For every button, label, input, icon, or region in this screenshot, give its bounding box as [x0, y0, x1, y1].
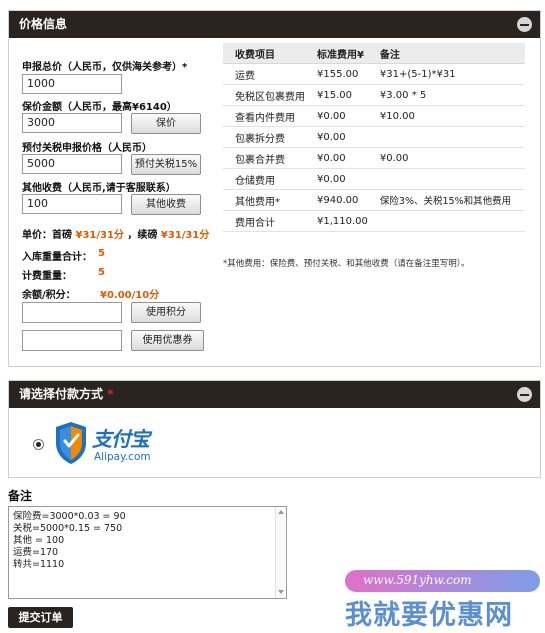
- insured-amount-input[interactable]: 3000: [22, 113, 122, 133]
- table-row: 免税区包裹费用 ¥15.00 ¥3.00 * 5: [223, 84, 525, 106]
- price-info-title: 价格信息: [19, 17, 68, 31]
- prepay-duty-label: 预付关税申报价格（人民币）: [22, 143, 152, 154]
- billing-weight-label: 计费重量：: [22, 271, 72, 282]
- table-row: 其他费用* ¥940.00 保险3%、关税15%和其他费用: [223, 189, 525, 211]
- fee-remark: [367, 168, 525, 190]
- fee-amount: ¥940.00: [305, 189, 368, 211]
- fee-item: 包裹合并费: [223, 147, 305, 169]
- watermark-url: www.591yhw.com: [345, 570, 540, 592]
- table-row: 查看内件费用 ¥0.00 ¥10.00: [223, 105, 525, 127]
- balance-value: ¥0.00/10分: [100, 290, 160, 301]
- shield-icon: [56, 422, 86, 464]
- watermark-url-text: www.591yhw.com: [363, 573, 472, 587]
- coupon-input[interactable]: [22, 330, 122, 351]
- fee-remark: ¥31+(5-1)*¥31: [367, 63, 525, 85]
- fee-table-header-row: 收费项目 标准费用¥ 备注: [223, 43, 525, 64]
- fee-amount: ¥0.00: [305, 147, 368, 169]
- fee-item: 包裹拆分费: [223, 126, 305, 148]
- fee-item: 免税区包裹费用: [223, 84, 305, 106]
- unit-price-sep: ，续磅: [127, 230, 158, 241]
- fee-remark: ¥10.00: [367, 105, 525, 127]
- fee-amount: ¥1,110.00: [305, 210, 368, 232]
- payment-title: 请选择付款方式: [19, 387, 104, 401]
- use-coupon-button[interactable]: 使用优惠券: [131, 330, 204, 351]
- other-charges-label: 其他收费（人民币,请于客服联系）: [22, 183, 176, 194]
- collapse-icon[interactable]: [517, 387, 532, 402]
- use-points-button[interactable]: 使用积分: [131, 302, 201, 323]
- alipay-url-text: Alipay.com: [94, 451, 151, 463]
- scroll-up-icon[interactable]: [278, 510, 284, 514]
- fee-header-remark: 备注: [367, 43, 525, 64]
- balance-label: 余额/积分：: [22, 290, 76, 301]
- billing-weight-value: 5: [98, 267, 105, 278]
- fee-item: 查看内件费用: [223, 105, 305, 127]
- declared-total-input[interactable]: 1000: [22, 74, 122, 94]
- scroll-down-icon[interactable]: [278, 590, 284, 594]
- table-row: 包裹合并费 ¥0.00 ¥0.00: [223, 147, 525, 169]
- fee-item: 运费: [223, 63, 305, 85]
- payment-header: 请选择付款方式 *: [9, 381, 540, 408]
- other-charges-input[interactable]: 100: [22, 194, 122, 214]
- other-fees-footnote: *其他费用：保险费、预付关税、和其他收费（请在备注里写明）。: [223, 259, 470, 269]
- points-input[interactable]: [22, 302, 122, 323]
- remarks-textarea[interactable]: 保险费=3000*0.03 = 90 关税=5000*0.15 = 750 其他…: [8, 506, 287, 599]
- table-row: 仓储费用 ¥0.00: [223, 168, 525, 190]
- scrollbar[interactable]: [275, 507, 286, 598]
- declared-total-label: 申报总价（人民币，仅供海关参考）*: [22, 62, 188, 73]
- fee-remark: 保险3%、关税15%和其他费用: [367, 189, 525, 211]
- fee-amount: ¥0.00: [305, 126, 368, 148]
- table-row: 运费 ¥155.00 ¥31+(5-1)*¥31: [223, 63, 525, 85]
- unit-price-next: ¥31/31分: [160, 230, 210, 241]
- fee-header-item: 收费项目: [223, 43, 305, 64]
- prepay-duty-input[interactable]: 5000: [22, 154, 122, 174]
- unit-price-first: ¥31/31分: [75, 230, 124, 241]
- price-info-header: 价格信息: [9, 11, 540, 38]
- fee-remark: [367, 210, 525, 232]
- alipay-logo[interactable]: 支付宝 Alipay.com: [54, 421, 164, 467]
- fee-item: 其他费用*: [223, 189, 305, 211]
- insured-amount-label: 保价金额（人民币，最高¥6140）: [22, 102, 177, 113]
- insure-button[interactable]: 保价: [131, 113, 201, 134]
- unit-price-line: 单价：首磅 ¥31/31分 ，续磅 ¥31/31分: [22, 226, 209, 241]
- table-row: 包裹拆分费 ¥0.00: [223, 126, 525, 148]
- unit-price-label: 单价：首磅: [22, 230, 72, 241]
- fee-remark: [367, 126, 525, 148]
- fee-amount: ¥0.00: [305, 105, 368, 127]
- fee-item: 仓储费用: [223, 168, 305, 190]
- alipay-brand-text: 支付宝: [92, 427, 150, 451]
- inbound-weight-label: 入库重量合计：: [22, 252, 92, 263]
- inbound-weight-value: 5: [98, 248, 105, 259]
- table-row: 费用合计 ¥1,110.00: [223, 210, 525, 232]
- fee-amount: ¥155.00: [305, 63, 368, 85]
- required-mark: *: [107, 387, 114, 401]
- prepay-duty-button[interactable]: 预付关税15%: [131, 154, 201, 175]
- watermark-text: 我就要优惠网: [345, 600, 513, 631]
- remarks-text: 保险费=3000*0.03 = 90 关税=5000*0.15 = 750 其他…: [13, 511, 126, 570]
- fee-header-standard: 标准费用¥: [305, 43, 368, 64]
- fee-item: 费用合计: [223, 210, 305, 232]
- collapse-icon[interactable]: [517, 17, 532, 32]
- fee-table: 收费项目 标准费用¥ 备注 运费 ¥155.00 ¥31+(5-1)*¥31 免税区…: [223, 43, 525, 232]
- fee-remark: ¥3.00 * 5: [367, 84, 525, 106]
- submit-order-button[interactable]: 提交订单: [8, 607, 73, 628]
- alipay-radio[interactable]: [33, 439, 44, 450]
- fee-amount: ¥15.00: [305, 84, 368, 106]
- fee-amount: ¥0.00: [305, 168, 368, 190]
- fee-remark: ¥0.00: [367, 147, 525, 169]
- remarks-title: 备注: [8, 489, 33, 503]
- other-charges-button[interactable]: 其他收费: [131, 194, 201, 215]
